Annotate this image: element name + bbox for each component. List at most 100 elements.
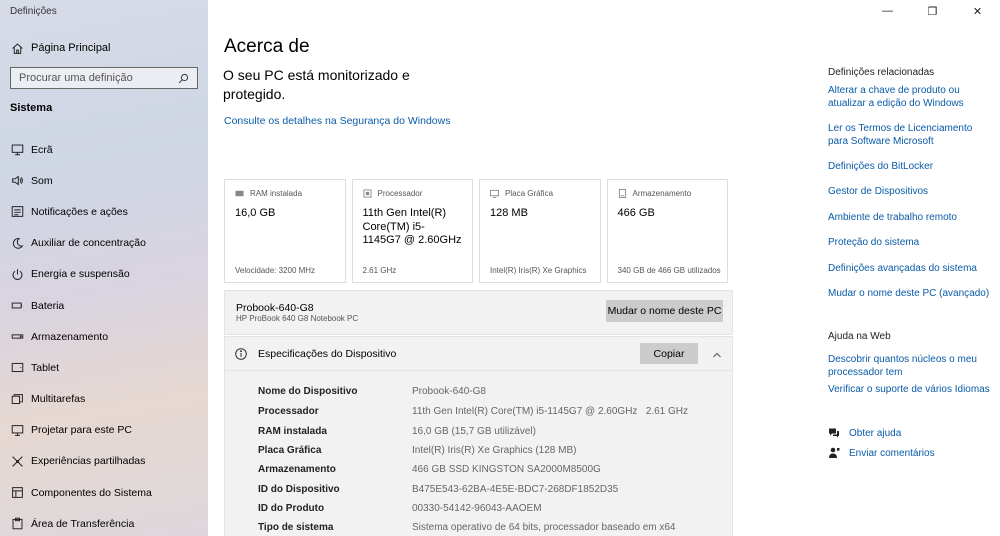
sidebar-section-title: Sistema xyxy=(10,102,53,114)
sidebar-item-label: Multitarefas xyxy=(31,393,86,406)
change-product-key-link[interactable]: Alterar a chave de produto ou atualizar … xyxy=(828,84,993,110)
spec-label: Armazenamento xyxy=(258,464,336,475)
monitor-icon xyxy=(10,143,24,157)
device-specs-table: Nome do Dispositivo Probook-640-G8 Proce… xyxy=(224,371,733,536)
sidebar-item-home[interactable]: Página Principal xyxy=(10,40,111,56)
info-icon xyxy=(235,347,247,360)
sidebar-item-armazenamento[interactable]: Armazenamento xyxy=(0,321,208,352)
device-specs-header[interactable]: Especificações do Dispositivo Copiar xyxy=(224,336,733,371)
sidebar-home-label: Página Principal xyxy=(31,42,111,54)
card-processor: Processador 11th Gen Intel(R) Core(TM) i… xyxy=(351,179,473,283)
card-graphics: Placa Gráfica 128 MB Intel(R) Iris(R) Xe… xyxy=(479,179,601,283)
spec-value: Probook-640-G8 xyxy=(412,386,486,397)
card-ram: RAM instalada 16,0 GB Velocidade: 3200 M… xyxy=(224,179,346,283)
spec-value: Intel(R) Iris(R) Xe Graphics (128 MB) xyxy=(412,445,577,456)
spec-row: RAM instalada 16,0 GB (15,7 GB utilizáve… xyxy=(258,426,536,440)
sidebar-item-som[interactable]: Som xyxy=(0,165,208,196)
hardware-cards: RAM instalada 16,0 GB Velocidade: 3200 M… xyxy=(224,179,728,283)
sidebar-item-experiencias[interactable]: Experiências partilhadas xyxy=(0,446,208,477)
card-footnote: 340 GB de 466 GB utilizados xyxy=(617,266,721,275)
spec-row: Nome do Dispositivo Probook-640-G8 xyxy=(258,386,486,400)
card-label: Placa Gráfica xyxy=(505,189,554,198)
send-feedback-label: Enviar comentários xyxy=(849,447,935,459)
system-protection-link[interactable]: Proteção do sistema xyxy=(828,236,993,249)
rename-pc-advanced-link[interactable]: Mudar o nome deste PC (avançado) xyxy=(828,287,993,300)
tablet-icon xyxy=(10,361,24,375)
security-details-link[interactable]: Consulte os detalhes na Segurança do Win… xyxy=(224,115,450,127)
spec-value: 466 GB SSD KINGSTON SA2000M8500G xyxy=(412,464,601,475)
spec-value: Sistema operativo de 64 bits, processado… xyxy=(412,522,676,533)
sidebar-item-label: Área de Transferência xyxy=(31,517,135,530)
clipboard-icon xyxy=(10,517,24,531)
sidebar-item-label: Componentes do Sistema xyxy=(31,486,152,499)
sidebar-nav: Ecrã Som Notificações e ações Auxiliar d… xyxy=(0,134,208,536)
sidebar-item-label: Auxiliar de concentração xyxy=(31,237,146,250)
search-input[interactable] xyxy=(19,72,178,84)
sidebar-item-label: Projetar para este PC xyxy=(31,424,132,437)
feedback-icon xyxy=(828,447,840,459)
sidebar-item-tablet[interactable]: Tablet xyxy=(0,352,208,383)
spec-label: ID do Produto xyxy=(258,503,325,514)
sidebar-item-label: Experiências partilhadas xyxy=(31,455,146,468)
rename-pc-button[interactable]: Mudar o nome deste PC xyxy=(606,300,723,322)
spec-row: Placa Gráfica Intel(R) Iris(R) Xe Graphi… xyxy=(258,445,576,459)
pc-model: HP ProBook 640 G8 Notebook PC xyxy=(236,314,359,323)
sidebar-item-componentes[interactable]: Componentes do Sistema xyxy=(0,477,208,508)
card-footnote: Velocidade: 3200 MHz xyxy=(235,266,316,275)
sidebar-item-energia[interactable]: Energia e suspensão xyxy=(0,259,208,290)
sidebar-item-multitarefas[interactable]: Multitarefas xyxy=(0,384,208,415)
sidebar-item-notificacoes[interactable]: Notificações e ações xyxy=(0,196,208,227)
processor-cores-link[interactable]: Descobrir quantos núcleos o meu processa… xyxy=(828,353,993,379)
home-icon xyxy=(10,41,24,55)
minimize-button[interactable]: — xyxy=(865,0,910,22)
sidebar: Definições Página Principal Sistema Ecrã… xyxy=(0,0,208,536)
get-help-link[interactable]: Obter ajuda xyxy=(828,427,901,439)
search-box[interactable] xyxy=(10,67,198,89)
spec-row: Processador 11th Gen Intel(R) Core(TM) i… xyxy=(258,406,688,420)
language-support-link[interactable]: Verificar o suporte de vários Idiomas xyxy=(828,383,993,396)
gpu-icon xyxy=(490,189,499,198)
license-terms-link[interactable]: Ler os Termos de Licenciamento para Soft… xyxy=(828,122,993,148)
bitlocker-link[interactable]: Definições do BitLocker xyxy=(828,160,993,173)
chat-help-icon xyxy=(828,427,840,439)
page-title: Acerca de xyxy=(224,36,310,57)
get-help-label: Obter ajuda xyxy=(849,427,902,439)
spec-label: ID do Dispositivo xyxy=(258,484,340,495)
send-feedback-link[interactable]: Enviar comentários xyxy=(828,447,935,459)
sidebar-item-label: Tablet xyxy=(31,361,60,374)
close-button[interactable]: ✕ xyxy=(955,0,1000,22)
sidebar-item-ecra[interactable]: Ecrã xyxy=(0,134,208,165)
chevron-up-icon[interactable] xyxy=(712,347,722,358)
moon-icon xyxy=(10,236,24,250)
pc-name-bar: Probook-640-G8 HP ProBook 640 G8 Noteboo… xyxy=(224,290,733,335)
card-storage: Armazenamento 466 GB 340 GB de 466 GB ut… xyxy=(606,179,728,283)
sidebar-item-label: Ecrã xyxy=(31,143,53,156)
copy-button[interactable]: Copiar xyxy=(640,343,698,364)
card-value: 11th Gen Intel(R) Core(TM) i5-1145G7 @ 2… xyxy=(362,207,462,246)
card-value: 466 GB xyxy=(617,207,655,219)
sidebar-item-concentracao[interactable]: Auxiliar de concentração xyxy=(0,228,208,259)
protection-status: O seu PC está monitorizado e protegido. xyxy=(223,67,410,102)
card-label: Processador xyxy=(377,189,423,198)
sidebar-item-projetar[interactable]: Projetar para este PC xyxy=(0,415,208,446)
spec-value: 16,0 GB (15,7 GB utilizável) xyxy=(412,425,536,437)
card-footnote: 2.61 GHz xyxy=(362,266,397,275)
device-specs-title: Especificações do Dispositivo xyxy=(258,348,397,360)
notification-icon xyxy=(10,205,24,219)
device-manager-link[interactable]: Gestor de Dispositivos xyxy=(828,185,993,198)
sidebar-item-label: Bateria xyxy=(31,299,65,312)
sidebar-item-bateria[interactable]: Bateria xyxy=(0,290,208,321)
spec-row: Armazenamento 466 GB SSD KINGSTON SA2000… xyxy=(258,464,601,478)
storage-icon xyxy=(10,330,24,344)
ram-icon xyxy=(235,189,244,198)
spec-value: B475E543-62BA-4E5E-BDC7-268DF1852D35 xyxy=(412,484,619,495)
sidebar-item-transferencia[interactable]: Área de Transferência xyxy=(0,508,208,536)
pc-name: Probook-640-G8 xyxy=(236,302,314,314)
maximize-button[interactable]: ❐ xyxy=(910,0,955,22)
advanced-system-settings-link[interactable]: Definições avançadas do sistema xyxy=(828,262,993,275)
remote-desktop-link[interactable]: Ambiente de trabalho remoto xyxy=(828,211,993,224)
sidebar-item-label: Armazenamento xyxy=(31,330,109,343)
card-value: 128 MB xyxy=(490,207,528,219)
card-label: Armazenamento xyxy=(632,189,692,198)
search-icon[interactable] xyxy=(178,73,189,84)
